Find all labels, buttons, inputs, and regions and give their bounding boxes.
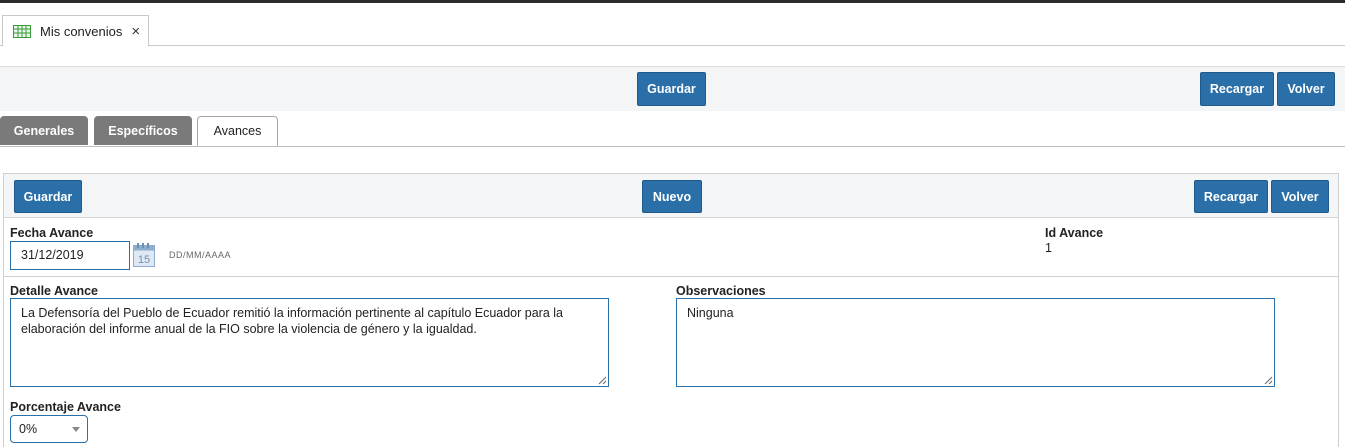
resize-handle-icon[interactable]: [1264, 376, 1273, 385]
detalle-avance-text: La Defensoría del Pueblo de Ecuador remi…: [21, 306, 563, 336]
app-tab-title: Mis convenios: [40, 23, 123, 39]
porcentaje-avance-label: Porcentaje Avance: [10, 400, 121, 414]
app-tab-mis-convenios[interactable]: Mis convenios ×: [2, 15, 149, 47]
tab-especificos[interactable]: Específicos: [94, 116, 192, 145]
main-reload-button[interactable]: Recargar: [1200, 72, 1274, 106]
observaciones-label: Observaciones: [676, 284, 766, 298]
grid-icon: [13, 24, 31, 38]
fecha-avance-input[interactable]: 31/12/2019: [10, 241, 130, 270]
porcentaje-avance-select[interactable]: 0%: [10, 415, 88, 443]
chevron-down-icon: [72, 427, 80, 432]
observaciones-text: Ninguna: [687, 306, 734, 320]
tab-generales[interactable]: Generales: [0, 116, 88, 145]
new-button[interactable]: Nuevo: [642, 180, 702, 213]
observaciones-textarea[interactable]: Ninguna: [676, 298, 1275, 387]
calendar-icon[interactable]: 15: [133, 243, 155, 267]
resize-handle-icon[interactable]: [598, 376, 607, 385]
main-save-button[interactable]: Guardar: [637, 72, 706, 106]
sub-save-button[interactable]: Guardar: [14, 180, 82, 213]
row-separator: [4, 276, 1338, 277]
section-tabs: Generales Específicos Avances: [0, 116, 1345, 147]
detalle-avance-label: Detalle Avance: [10, 284, 99, 298]
porcentaje-avance-value: 0%: [19, 422, 38, 436]
close-icon[interactable]: ×: [131, 24, 140, 39]
sub-reload-button[interactable]: Recargar: [1194, 180, 1268, 213]
main-back-button[interactable]: Volver: [1277, 72, 1335, 106]
tab-avances[interactable]: Avances: [197, 116, 278, 146]
id-avance-label: Id Avance: [1045, 226, 1104, 240]
sub-back-button[interactable]: Volver: [1271, 180, 1329, 213]
id-avance-value: 1: [1045, 241, 1052, 255]
main-toolbar: Guardar Recargar Volver: [0, 66, 1345, 111]
sub-toolbar: Guardar Nuevo Recargar Volver: [4, 174, 1338, 218]
svg-text:15: 15: [138, 254, 150, 266]
date-format-hint: DD/MM/AAAA: [169, 250, 232, 260]
avances-panel: Guardar Nuevo Recargar Volver Fecha Avan…: [3, 173, 1339, 447]
detalle-avance-textarea[interactable]: La Defensoría del Pueblo de Ecuador remi…: [10, 298, 609, 387]
fecha-avance-label: Fecha Avance: [10, 226, 94, 240]
app-tab-strip: Mis convenios ×: [0, 3, 1345, 47]
